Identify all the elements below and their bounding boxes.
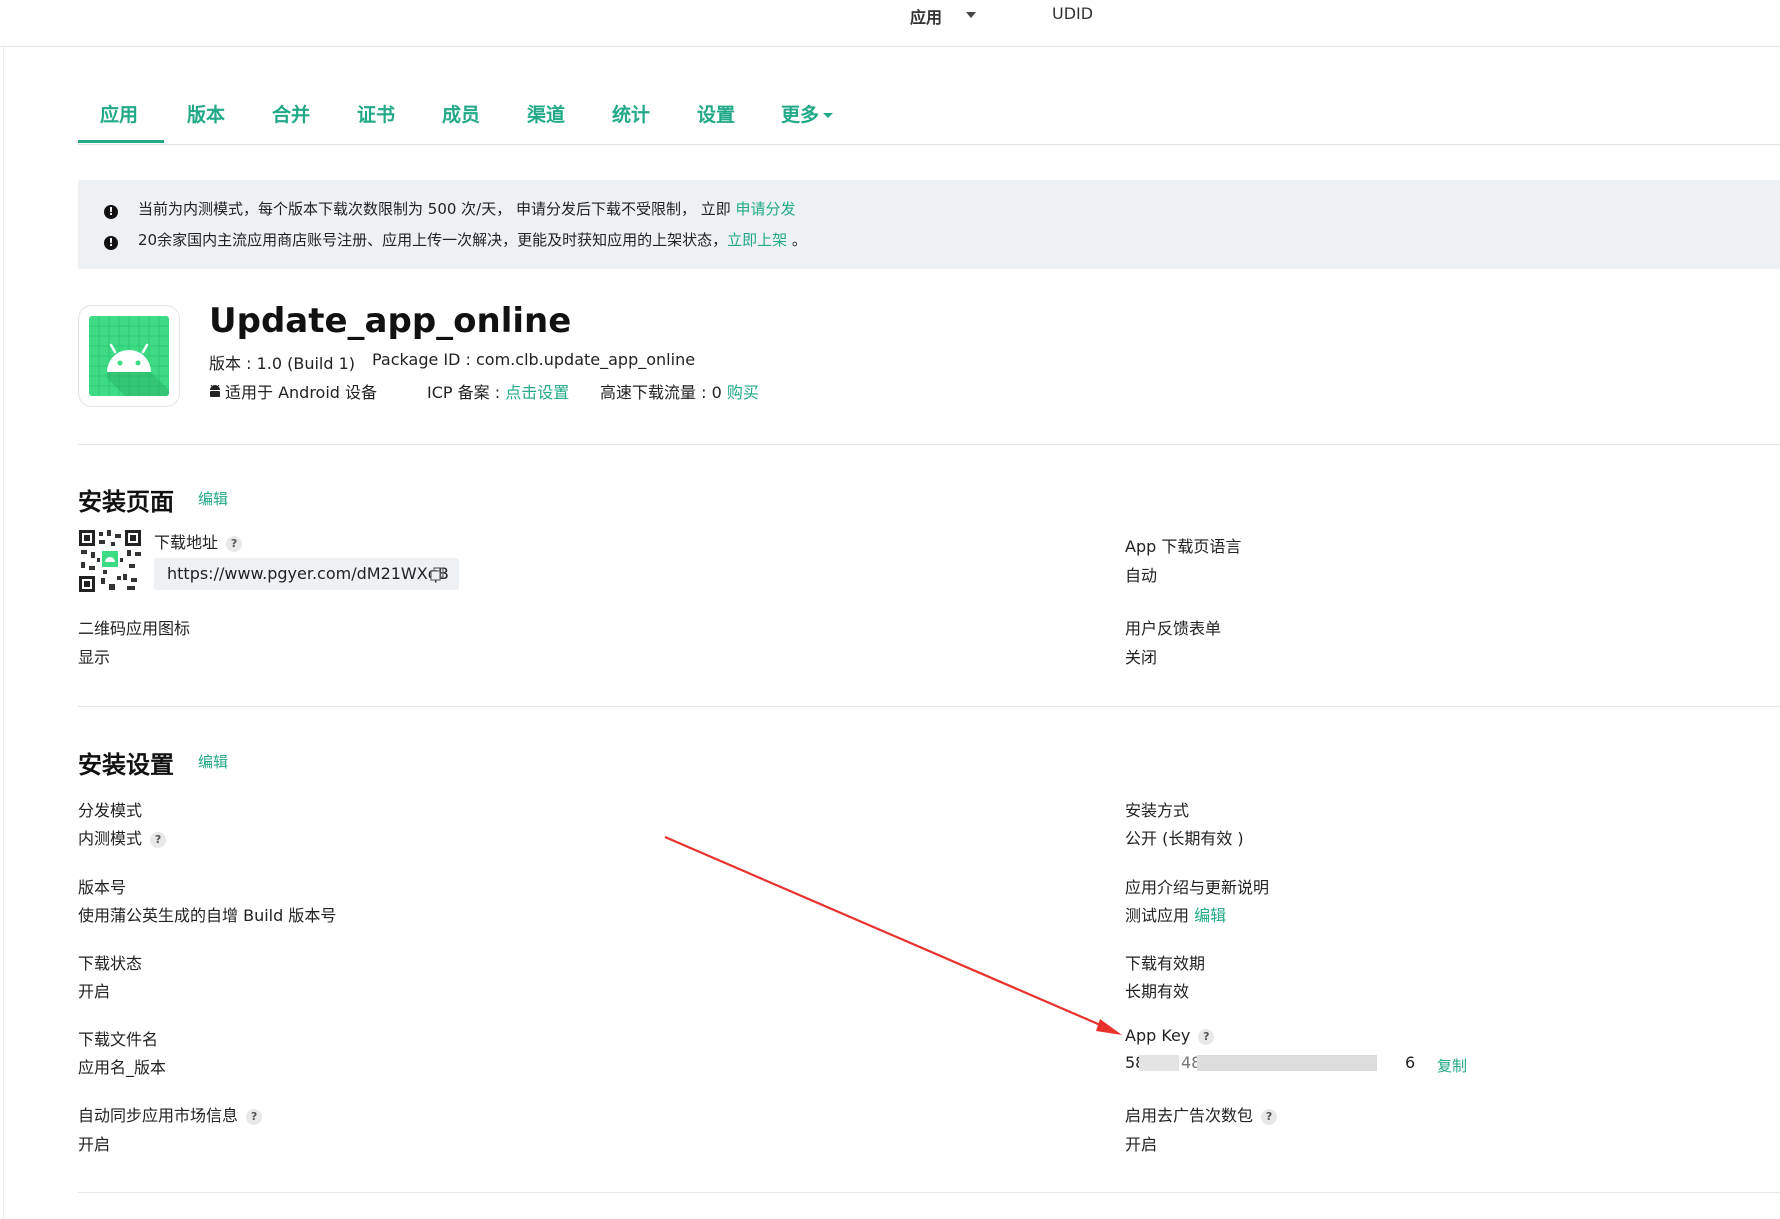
arrow-annotation [664, 835, 1122, 1035]
